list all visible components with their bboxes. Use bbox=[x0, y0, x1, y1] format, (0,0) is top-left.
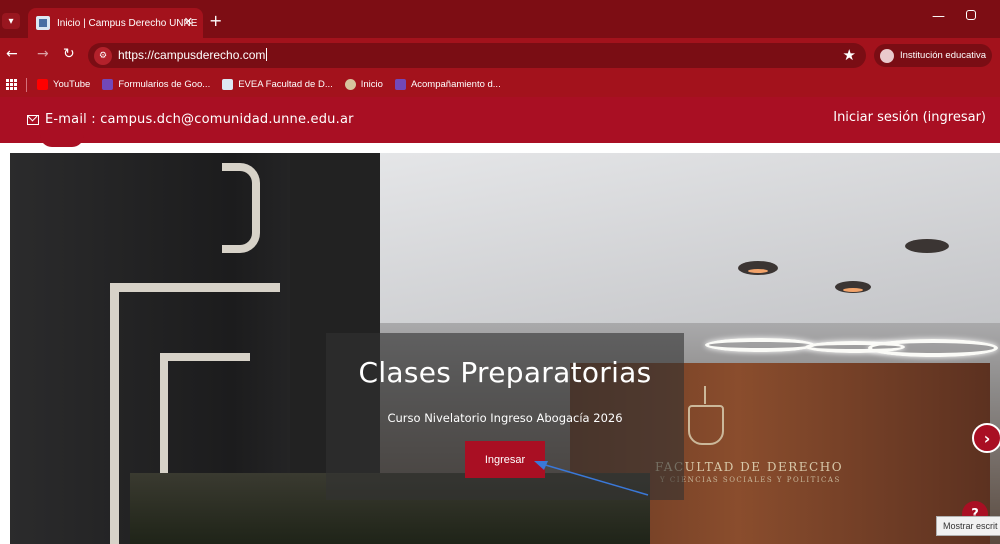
envelope-icon bbox=[27, 115, 39, 125]
bookmark-label: Formularios de Goo... bbox=[118, 79, 211, 90]
bookmark-label: YouTube bbox=[53, 79, 91, 90]
site-info-icon[interactable]: ⚙ bbox=[94, 47, 112, 65]
forward-arrow-icon[interactable]: → bbox=[37, 46, 49, 62]
minimize-window-icon[interactable]: — bbox=[932, 9, 945, 24]
ceiling-lamp-light bbox=[748, 269, 768, 273]
contact-email[interactable]: E-mail : campus.dch@comunidad.unne.edu.a… bbox=[45, 112, 354, 127]
profile-label: Institución educativa bbox=[900, 50, 987, 61]
site-top-bar: E-mail : campus.dch@comunidad.unne.edu.a… bbox=[0, 97, 1000, 143]
ceiling-lamp-light bbox=[843, 288, 863, 292]
wall-lettering-sub: Y CIENCIAS SOCIALES Y POLITICAS bbox=[660, 476, 841, 484]
bookmark-formularios[interactable]: Formularios de Goo... bbox=[102, 79, 210, 90]
tab-close-icon[interactable]: ✕ bbox=[184, 15, 193, 28]
evea-icon bbox=[222, 79, 234, 90]
ceiling-lamp bbox=[905, 239, 949, 253]
wall-crest-line bbox=[704, 386, 706, 404]
back-arrow-icon[interactable]: ← bbox=[6, 46, 18, 62]
tab-title: Inicio | Campus Derecho UNNE bbox=[57, 17, 198, 29]
google-forms-icon bbox=[394, 79, 406, 90]
browser-tab-bar: ▾ Inicio | Campus Derecho UNNE ✕ + — bbox=[0, 0, 1000, 38]
bookmark-label: Inicio bbox=[360, 79, 383, 90]
hero-ceiling bbox=[365, 153, 1000, 323]
address-bar[interactable]: ⚙ https://campusderecho.com ★ bbox=[88, 43, 866, 68]
wall-crest-icon bbox=[688, 405, 724, 445]
light-ring bbox=[868, 339, 998, 357]
hero-title: Clases Preparatorias bbox=[358, 356, 652, 389]
youtube-icon bbox=[37, 79, 48, 90]
bookmark-inicio[interactable]: Inicio bbox=[344, 79, 383, 90]
bookmark-youtube[interactable]: YouTube bbox=[37, 79, 90, 90]
inicio-icon bbox=[344, 79, 356, 90]
browser-toolbar: ← → ↻ ⚙ https://campusderecho.com ★ Inst… bbox=[0, 38, 1000, 72]
restore-window-icon[interactable] bbox=[966, 10, 976, 20]
bookmarks-bar: YouTube Formularios de Goo... EVEA Facul… bbox=[0, 72, 1000, 97]
bookmark-label: Acompañamiento d... bbox=[410, 79, 501, 90]
profile-button[interactable]: Institución educativa bbox=[874, 44, 992, 67]
tab-search-chevron-icon[interactable]: ▾ bbox=[2, 13, 20, 29]
light-ring bbox=[705, 338, 815, 352]
profile-avatar bbox=[880, 48, 894, 63]
reload-icon[interactable]: ↻ bbox=[63, 46, 75, 62]
url-text[interactable]: https://campusderecho.com bbox=[118, 48, 268, 62]
browser-tab-active[interactable]: Inicio | Campus Derecho UNNE ✕ bbox=[28, 8, 203, 38]
tooltip: Mostrar escrit bbox=[936, 516, 1000, 536]
slider-next-icon[interactable]: › bbox=[972, 423, 1000, 453]
new-tab-button[interactable]: + bbox=[209, 11, 222, 30]
tab-favicon-icon bbox=[36, 16, 50, 30]
apps-grid-icon[interactable] bbox=[6, 78, 18, 91]
hero-subtitle: Curso Nivelatorio Ingreso Abogacía 2026 bbox=[387, 411, 623, 425]
bookmark-star-icon[interactable]: ★ bbox=[843, 46, 856, 64]
login-link[interactable]: Iniciar sesión (ingresar) bbox=[833, 110, 986, 125]
bookmarks-separator bbox=[26, 77, 27, 92]
bookmark-evea[interactable]: EVEA Facultad de D... bbox=[222, 79, 333, 90]
site-logo-edge bbox=[40, 135, 84, 147]
bookmark-acompanamiento[interactable]: Acompañamiento d... bbox=[394, 79, 501, 90]
google-forms-icon bbox=[102, 79, 114, 90]
annotation-arrow-icon bbox=[534, 461, 649, 496]
bookmark-label: EVEA Facultad de D... bbox=[238, 79, 333, 90]
scale-logo-top bbox=[222, 163, 260, 253]
